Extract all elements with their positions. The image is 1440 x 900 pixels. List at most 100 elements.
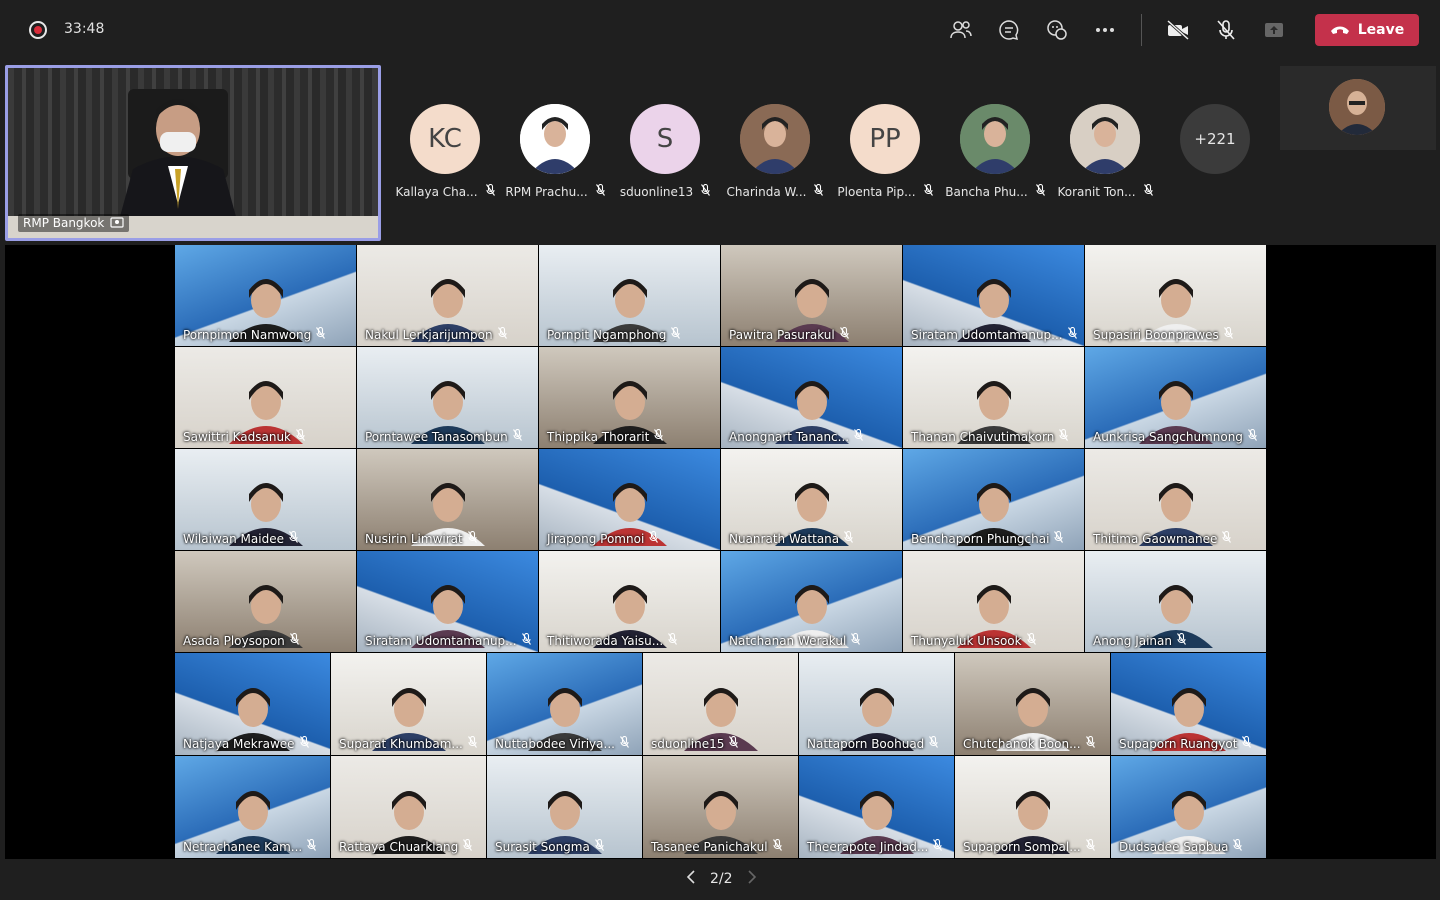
participant-name-label: Sawittri Kadsanuk — [183, 428, 305, 444]
participant-video-tile[interactable]: Nakul Lerkjarijumpon — [357, 245, 538, 346]
roster-participant[interactable]: Bancha Phu... — [940, 104, 1050, 199]
mic-off-icon — [1059, 428, 1069, 444]
participant-video-tile[interactable]: Netrachanee Kam... — [175, 756, 330, 858]
participant-name: Thanan Chaivutimakorn — [911, 429, 1055, 444]
participant-video-tile[interactable]: Thitiworada Yaisu... — [539, 551, 720, 652]
participant-video-tile[interactable]: Chutchanok Boon... — [955, 653, 1110, 755]
participant-name: Sawittri Kadsanuk — [183, 429, 292, 444]
chevron-right-icon[interactable] — [747, 870, 757, 888]
participant-name-label: Natchanan Werakul — [729, 632, 861, 648]
participant-name: Siratam Udomtamanup... — [365, 633, 517, 648]
participant-video-tile[interactable]: Nusirin Limwirat — [357, 449, 538, 550]
participant-video-tile[interactable]: Nuttabodee Viriya... — [487, 653, 642, 755]
camera-off-icon[interactable] — [1162, 14, 1194, 46]
self-person-icon — [1329, 79, 1385, 135]
participant-video-tile[interactable]: Tasanee Panichakul — [643, 756, 798, 858]
participant-video-tile[interactable]: Wilaiwan Maidee — [175, 449, 356, 550]
participant-video-tile[interactable]: Pornpimon Namwong — [175, 245, 356, 346]
roster-participant[interactable]: RPM Prachu... — [500, 104, 610, 199]
participant-name-label: Benchaporn Phungchai — [911, 530, 1064, 546]
participant-name: Wilaiwan Maidee — [183, 531, 284, 546]
participant-video-tile[interactable]: Anongnart Tananc... — [721, 347, 902, 448]
participant-video-tile[interactable]: Supaporn Sompal... — [955, 756, 1110, 858]
chevron-left-icon[interactable] — [686, 870, 696, 888]
mic-off-icon — [299, 735, 309, 751]
participant-name-label: Pornpimon Namwong — [183, 326, 326, 342]
participant-name: Suparat Khumbam... — [339, 736, 463, 751]
participant-initials: S — [630, 104, 700, 174]
participant-name-label: Surasit Songma — [495, 838, 604, 854]
participant-video-tile[interactable]: Dudsadee Sapbua — [1111, 756, 1266, 858]
participant-video-tile[interactable]: Supasiri Boonprawes — [1085, 245, 1266, 346]
roster-name-text: RPM Prachu... — [505, 184, 588, 199]
participant-video-tile[interactable]: Anong Jainan — [1085, 551, 1266, 652]
participant-name-label: Tasanee Panichakul — [651, 838, 782, 854]
more-participants-button[interactable]: +221 — [1180, 104, 1250, 174]
participant-video-tile[interactable]: Thitima Gaowmanee — [1085, 449, 1266, 550]
participant-video-tile[interactable]: Suparat Khumbam... — [331, 653, 486, 755]
mic-off-icon — [289, 632, 299, 648]
participant-video-tile[interactable]: Nuanrath Wattana — [721, 449, 902, 550]
participant-video-tile[interactable]: Siratam Udomtamanup... — [903, 245, 1084, 346]
participant-video-tile[interactable]: Siratam Udomtamanup... — [357, 551, 538, 652]
participant-video-tile[interactable]: Rattaya Chuarklang — [331, 756, 486, 858]
participant-name: Supaporn Ruangyot — [1119, 736, 1238, 751]
participant-video-tile[interactable]: Jirapong Pomnoi — [539, 449, 720, 550]
participant-video-tile[interactable]: sduonline15 — [643, 653, 798, 755]
participant-video-tile[interactable]: Theerapote Jindad... — [799, 756, 954, 858]
participant-name: Pornpit Ngamphong — [547, 327, 667, 342]
participant-video-tile[interactable]: Supaporn Ruangyot — [1111, 653, 1266, 755]
participant-video-tile[interactable]: Benchaporn Phungchai — [903, 449, 1084, 550]
participants-icon[interactable] — [945, 14, 977, 46]
roster-participant[interactable]: Ssduonline13 — [610, 104, 720, 199]
participant-photo — [1070, 104, 1140, 174]
share-icon[interactable] — [1258, 14, 1290, 46]
mic-off-icon — [1247, 428, 1257, 444]
video-gallery: Pornpimon Namwong Nakul Lerkjarijumpon Por… — [5, 245, 1436, 859]
self-view[interactable] — [1280, 66, 1436, 150]
reactions-icon[interactable] — [1041, 14, 1073, 46]
participant-video-tile[interactable]: Thippika Thorarit — [539, 347, 720, 448]
mic-off-icon — [620, 735, 629, 751]
participant-video-tile[interactable]: Natchanan Werakul — [721, 551, 902, 652]
roster-participant[interactable]: Koranit Ton... — [1050, 104, 1160, 199]
participant-video-tile[interactable]: Surasit Songma — [487, 756, 642, 858]
mic-off-icon[interactable] — [1210, 14, 1242, 46]
participant-name: Nuanrath Wattana — [729, 531, 840, 546]
participant-video-tile[interactable]: Thanan Chaivutimakorn — [903, 347, 1084, 448]
participant-name-label: Pawitra Pasurakul — [729, 326, 849, 342]
roster-participant[interactable]: PP Ploenta Pip... — [830, 104, 940, 199]
roster-participant[interactable]: Charinda W... — [720, 104, 830, 199]
participant-name: Jirapong Pomnoi — [547, 531, 645, 546]
participant-video-tile[interactable]: Aunkrisa Sangchumnong — [1085, 347, 1266, 448]
active-speaker-video[interactable]: RMP Bangkok — [5, 65, 381, 241]
mic-off-icon — [701, 183, 711, 199]
participant-name: Rattaya Chuarklang — [339, 839, 459, 854]
participant-video-tile[interactable]: Asada Ploysopon — [175, 551, 356, 652]
participant-video-tile[interactable]: Pornpit Ngamphong — [539, 245, 720, 346]
participant-name: Benchaporn Phungchai — [911, 531, 1050, 546]
participant-video-tile[interactable]: Pawitra Pasurakul — [721, 245, 902, 346]
participant-photo — [740, 104, 810, 174]
roster-participant[interactable]: KC Kallaya Cha... — [390, 104, 500, 199]
participant-video-tile[interactable]: Natjaya Mekrawee — [175, 653, 330, 755]
chat-icon[interactable] — [993, 14, 1025, 46]
participant-name-label: Anong Jainan — [1093, 632, 1186, 648]
leave-button[interactable]: Leave — [1315, 14, 1419, 46]
participant-video-tile[interactable]: Thunyaluk Unsook — [903, 551, 1084, 652]
participant-video-tile[interactable]: Nattaporn Boohuad — [799, 653, 954, 755]
teams-meeting-window: 33:48 Leave RMP Bangkok KC Kallaya Cha..… — [0, 0, 1440, 900]
participant-name-label: Nuanrath Wattana — [729, 530, 854, 546]
participant-name-label: Siratam Udomtamanup... — [911, 326, 1077, 342]
more-options-icon[interactable] — [1089, 14, 1121, 46]
participant-name-label: Aunkrisa Sangchumnong — [1093, 428, 1257, 444]
participant-name-label: Supaporn Sompal... — [963, 838, 1095, 854]
participant-name-label: Nusirin Limwirat — [365, 530, 477, 546]
meeting-timer: 33:48 — [64, 21, 105, 37]
participant-video-tile[interactable]: Sawittri Kadsanuk — [175, 347, 356, 448]
participant-name: Nattaporn Boohuad — [807, 736, 925, 751]
participant-video-tile[interactable]: Porntawee Tanasombun — [357, 347, 538, 448]
mic-off-icon — [854, 428, 864, 444]
mic-off-icon — [1177, 632, 1186, 648]
mic-off-icon — [521, 632, 531, 648]
